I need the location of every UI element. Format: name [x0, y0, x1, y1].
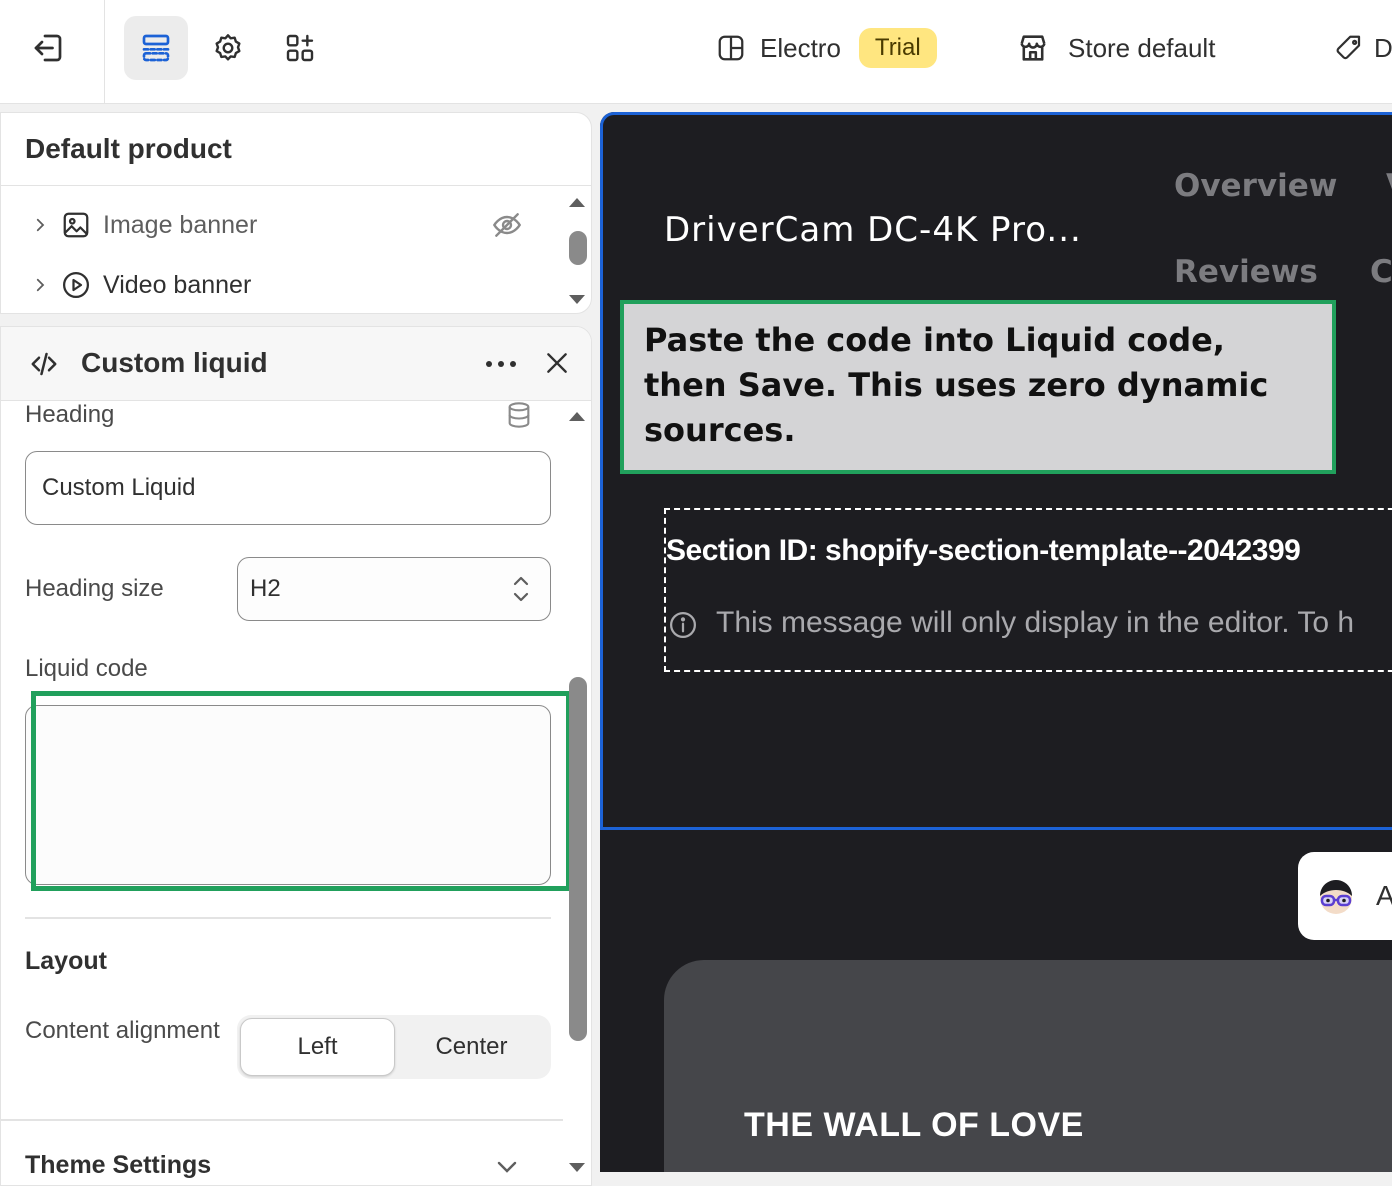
- panel-scrollbar-thumb[interactable]: [569, 677, 587, 1041]
- topbar-divider: [104, 0, 105, 104]
- heading-size-label: Heading size: [25, 575, 164, 602]
- content-alignment-label: Content alignment: [25, 1017, 220, 1044]
- sections-icon: [140, 32, 172, 64]
- editor-only-message: Section ID: shopify-section-template--20…: [664, 508, 1392, 672]
- theme-settings-tool-button[interactable]: [196, 16, 260, 80]
- close-section-button[interactable]: [539, 345, 575, 381]
- store-icon: [1016, 31, 1050, 65]
- assistant-label: A: [1376, 880, 1392, 911]
- close-icon: [544, 350, 570, 376]
- theme-settings-heading[interactable]: Theme Settings: [25, 1151, 211, 1180]
- instruction-callout: Paste the code into Liquid code, then Sa…: [620, 300, 1336, 474]
- trial-badge: Trial: [858, 28, 937, 68]
- nav-link-truncated-2[interactable]: C: [1370, 254, 1392, 290]
- tag-selector[interactable]: D: [1334, 26, 1392, 70]
- sections-tool-button[interactable]: [124, 16, 188, 80]
- nav-link-reviews[interactable]: Reviews: [1174, 254, 1318, 290]
- info-icon: [668, 610, 698, 640]
- section-settings-header: Custom liquid: [1, 327, 591, 401]
- select-arrows-icon: [512, 574, 530, 604]
- database-icon[interactable]: [505, 401, 533, 429]
- more-actions-button[interactable]: [481, 347, 521, 381]
- heading-label: Heading: [25, 401, 115, 428]
- assistant-widget[interactable]: A: [1298, 852, 1392, 940]
- tree-item-label: Video banner: [103, 270, 252, 299]
- liquid-code-textarea[interactable]: [25, 705, 551, 885]
- scroll-down-arrow-icon[interactable]: [567, 293, 587, 307]
- theme-selector[interactable]: Electro Trial: [716, 26, 937, 70]
- store-selector[interactable]: Store default: [1016, 26, 1215, 70]
- scroll-up-arrow-icon[interactable]: [567, 195, 587, 209]
- tree-item-label: Image banner: [103, 210, 258, 239]
- panel-divider: [1, 185, 591, 186]
- heading-size-select[interactable]: H2: [237, 557, 551, 621]
- instruction-text: Paste the code into Liquid code, then Sa…: [644, 321, 1269, 449]
- scroll-down-arrow-icon[interactable]: [567, 1161, 587, 1175]
- settings-divider: [1, 1119, 563, 1121]
- template-title: Default product: [25, 133, 232, 164]
- heading-size-value: H2: [250, 575, 281, 602]
- apps-icon: [284, 32, 316, 64]
- assistant-avatar-icon: [1316, 876, 1356, 916]
- tree-item-image-banner[interactable]: Image banner: [31, 205, 531, 245]
- liquid-code-label: Liquid code: [25, 655, 148, 682]
- section-title: Custom liquid: [81, 347, 268, 378]
- nav-link-overview[interactable]: Overview: [1174, 168, 1337, 204]
- layout-heading: Layout: [25, 947, 107, 975]
- nav-link-truncated[interactable]: V: [1386, 168, 1392, 204]
- section-settings-panel: Custom liquid Heading Heading size H2 Li…: [0, 326, 592, 1186]
- apps-tool-button[interactable]: [268, 16, 332, 80]
- top-bar: Electro Trial Store default D: [0, 0, 1392, 104]
- chevron-down-icon[interactable]: [495, 1159, 519, 1175]
- code-icon: [27, 349, 61, 379]
- theme-name: Electro: [760, 32, 841, 63]
- theme-icon: [716, 33, 746, 63]
- chevron-right-icon[interactable]: [31, 216, 61, 234]
- alignment-left-option[interactable]: Left: [240, 1018, 395, 1076]
- alignment-center-option[interactable]: Center: [395, 1018, 548, 1076]
- image-icon: [61, 210, 103, 240]
- eye-off-icon[interactable]: [491, 209, 523, 241]
- scroll-up-arrow-icon[interactable]: [567, 409, 587, 423]
- template-sections-panel: Default product Image banner Video banne…: [0, 112, 592, 314]
- exit-icon: [30, 30, 66, 66]
- panel-scrollbar-thumb[interactable]: [569, 231, 587, 265]
- store-name: Store default: [1068, 32, 1216, 63]
- content-alignment-segmented-control: Left Center: [237, 1015, 551, 1079]
- testimonials-section: THE WALL OF LOVE: [664, 960, 1392, 1172]
- section-id-text: Section ID: shopify-section-template--20…: [666, 534, 1301, 567]
- editor-note-text: This message will only display in the ed…: [716, 606, 1355, 639]
- testimonials-heading: THE WALL OF LOVE: [744, 1106, 1084, 1144]
- tag-icon: [1334, 33, 1364, 63]
- heading-input[interactable]: [25, 451, 551, 525]
- settings-divider: [25, 917, 551, 919]
- tree-item-video-banner[interactable]: Video banner: [31, 265, 531, 305]
- tag-label: D: [1374, 32, 1392, 63]
- exit-button[interactable]: [18, 18, 78, 78]
- gear-icon: [212, 32, 244, 64]
- more-icon: [485, 360, 517, 368]
- store-preview: DriverCam DC-4K Pro... Overview V Review…: [600, 112, 1392, 1172]
- product-title: DriverCam DC-4K Pro...: [664, 210, 1082, 250]
- chevron-right-icon[interactable]: [31, 276, 61, 294]
- play-icon: [61, 270, 103, 300]
